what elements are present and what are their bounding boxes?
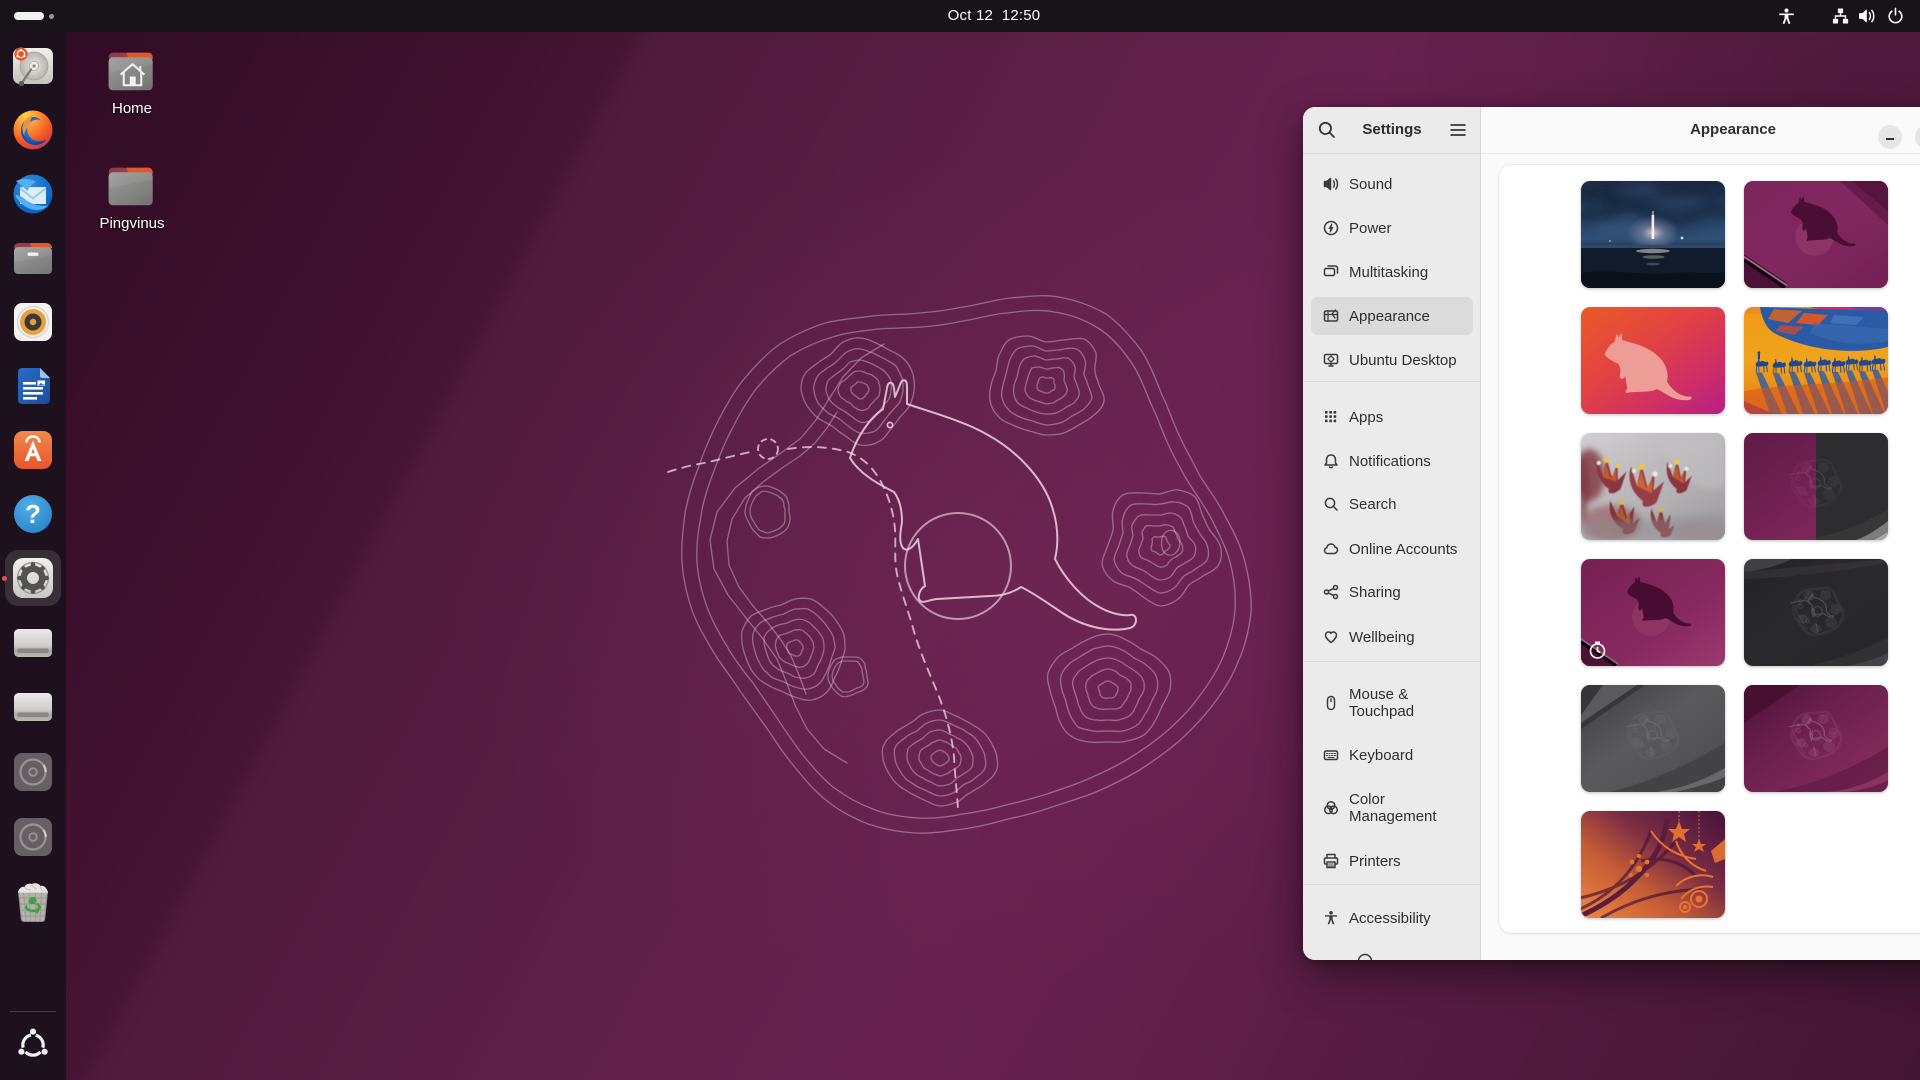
svg-text:?: ? [25, 499, 41, 529]
